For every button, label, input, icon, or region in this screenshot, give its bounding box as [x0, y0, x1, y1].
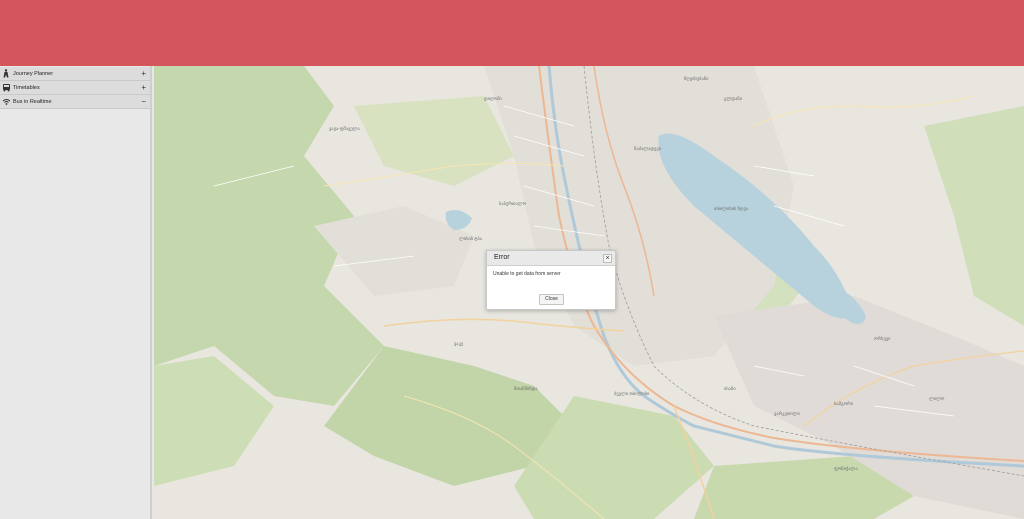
bus-icon: [1, 83, 11, 93]
top-header-bar: [0, 0, 1024, 66]
dialog-message: Unable to get data from server: [493, 271, 561, 277]
error-dialog: Error × Unable to get data from server C…: [486, 250, 616, 310]
dialog-header: Error ×: [487, 251, 615, 266]
close-button[interactable]: Close: [539, 294, 564, 305]
signal-icon: [1, 97, 11, 107]
sidebar-item-timetables[interactable]: Timetables +: [0, 81, 150, 95]
dialog-title: Error: [494, 254, 510, 261]
pedestrian-icon: [1, 69, 11, 79]
sidebar-item-journey-planner[interactable]: Journey Planner +: [0, 67, 150, 81]
sidebar-item-bus-realtime[interactable]: Bus in Realtime −: [0, 95, 150, 109]
expand-icon[interactable]: +: [141, 67, 146, 81]
expand-icon[interactable]: +: [141, 81, 146, 95]
close-icon[interactable]: ×: [603, 254, 612, 263]
sidebar-item-label: Timetables: [13, 84, 40, 91]
collapse-icon[interactable]: −: [141, 95, 146, 109]
sidebar-panel: Journey Planner + Timetables + Bus in Re…: [0, 66, 152, 519]
sidebar-item-label: Journey Planner: [13, 70, 54, 77]
sidebar-item-label: Bus in Realtime: [13, 98, 52, 105]
